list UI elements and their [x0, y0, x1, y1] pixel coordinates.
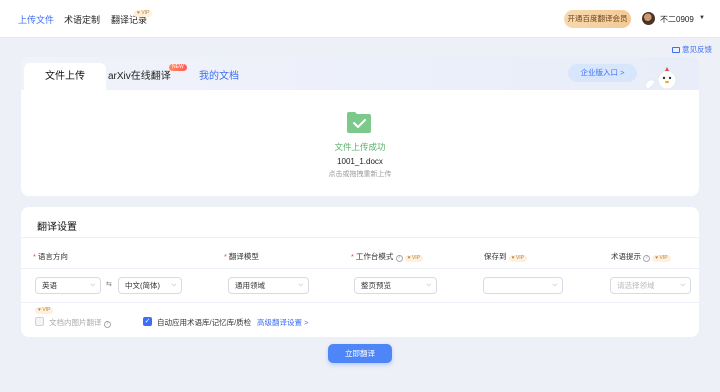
translation-model-select[interactable]: 通用领域 ⌵ — [228, 277, 309, 294]
chevron-down-icon: ⌵ — [90, 282, 95, 288]
enterprise-entry-button[interactable]: 企业版入口 > — [568, 64, 637, 82]
save-to-select[interactable]: ⌵ — [483, 277, 563, 294]
workspace-mode-select[interactable]: 整页预览 ⌵ — [354, 277, 437, 294]
auto-apply-label: 自动应用术语库/记忆库/质检 — [157, 318, 252, 327]
translation-settings-card: 翻译设置 * 语言方向 * 翻译模型 * 工作台模式 ? ♥ VIP 保存到 ♥ VI… — [21, 207, 699, 337]
tab-file-upload[interactable]: 文件上传 — [24, 63, 106, 90]
image-translate-vip-badge: ♥ VIP — [35, 307, 54, 314]
new-badge: NEW — [169, 64, 187, 71]
divider — [21, 302, 699, 303]
divider — [21, 268, 699, 269]
vip-badge: ♥ VIP — [404, 255, 424, 262]
tab-my-docs[interactable]: 我的文档 — [199, 67, 239, 82]
chevron-down-icon: ⌵ — [680, 282, 685, 288]
divider — [21, 237, 699, 238]
nav-upload-file[interactable]: 上传文件 — [18, 13, 54, 26]
tab-arxiv[interactable]: arXiv在线翻译 — [108, 67, 171, 82]
vip-badge: ♥ VIP — [508, 255, 528, 262]
term-domain-select[interactable]: 请选择领域 ⌵ — [610, 277, 691, 294]
top-navbar: 上传文件 术语定制 翻译记录 ♥ VIP 开通百度翻译会员 不二0909 ▼ — [0, 0, 720, 38]
open-membership-button[interactable]: 开通百度翻译会员 — [564, 10, 631, 28]
nav-term-custom[interactable]: 术语定制 — [64, 13, 100, 26]
help-icon: ? — [395, 255, 403, 262]
mascot-icon — [644, 67, 677, 90]
feedback-label: 意见反馈 — [682, 45, 712, 54]
username[interactable]: 不二0909 — [660, 14, 694, 25]
vip-badge: ♥ VIP — [652, 255, 671, 262]
image-translate-label: 文档内图片翻译 ? — [49, 317, 111, 328]
translate-now-button[interactable]: 立即翻译 — [328, 344, 392, 363]
swap-languages-icon[interactable]: ⇆ — [106, 280, 112, 288]
label-language-direction: * 语言方向 — [33, 252, 68, 261]
target-language-select[interactable]: 中文(简体) ⌵ — [118, 277, 182, 294]
auto-apply-checkbox[interactable]: ✓ — [143, 317, 152, 326]
help-icon: ? — [103, 321, 111, 328]
reupload-hint[interactable]: 点击或拖拽重新上传 — [21, 169, 699, 179]
chevron-down-icon: ⌵ — [426, 282, 431, 288]
chevron-down-icon: ⌵ — [171, 282, 176, 288]
label-save-to: 保存到 ♥ VIP — [484, 251, 528, 262]
record-vip-badge: ♥ VIP — [134, 10, 153, 17]
upload-success-text: 文件上传成功 — [334, 142, 386, 152]
avatar[interactable] — [642, 12, 655, 25]
uploaded-filename: 1001_1.docx — [337, 157, 383, 166]
source-language-select[interactable]: 英语 ⌵ — [35, 277, 101, 294]
chevron-down-icon: ⌵ — [298, 282, 303, 288]
label-term-hint: 术语提示 ? ♥ VIP — [611, 251, 671, 262]
mail-icon — [672, 47, 680, 53]
advanced-settings-link[interactable]: 高级翻译设置 > — [257, 317, 308, 328]
label-workspace-mode: * 工作台模式 ? ♥ VIP — [351, 251, 424, 262]
help-icon: ? — [643, 255, 651, 262]
chevron-down-icon[interactable]: ▼ — [699, 15, 705, 21]
settings-title: 翻译设置 — [37, 222, 77, 233]
folder-success-icon — [347, 112, 371, 133]
chevron-down-icon: ⌵ — [552, 282, 557, 288]
feedback-link[interactable]: 意见反馈 — [672, 44, 712, 55]
image-translate-checkbox[interactable] — [35, 317, 44, 326]
label-translation-model: * 翻译模型 — [224, 252, 259, 261]
upload-card: 文件上传 arXiv在线翻译 NEW 我的文档 企业版入口 > 文件上传成功 1… — [21, 57, 699, 196]
